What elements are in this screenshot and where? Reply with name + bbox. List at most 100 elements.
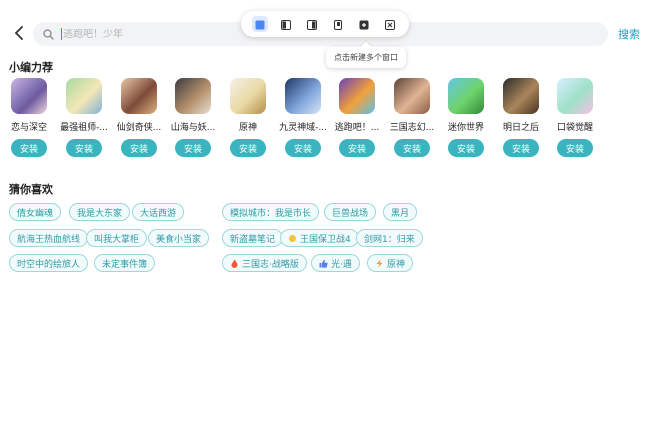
floating-window-button[interactable] — [330, 16, 346, 32]
tag-label: 美食小当家 — [156, 234, 202, 245]
search-button[interactable]: 搜索 — [618, 26, 640, 42]
game-name: 最强祖师-... — [60, 123, 108, 133]
game-name: 三国志幻... — [389, 123, 435, 133]
new-window-tooltip: 点击新建多个窗口 — [326, 47, 406, 68]
install-button[interactable]: 安装 — [394, 139, 430, 157]
tag-chip[interactable]: 巨兽战场 — [324, 203, 377, 221]
install-button[interactable]: 安装 — [121, 139, 157, 157]
split-right-icon — [307, 15, 317, 34]
tag-chip[interactable]: 光·遇 — [311, 254, 360, 272]
game-icon — [503, 78, 539, 114]
search-icon — [43, 27, 57, 41]
game-name: 仙剑奇侠... — [116, 123, 162, 133]
game-item[interactable]: 逃跑吧！... 安装 — [329, 78, 385, 157]
tag-label: 未定事件簿 — [102, 259, 148, 270]
tag-chip[interactable]: 倩女幽魂 — [9, 203, 62, 221]
floating-window-icon — [333, 15, 343, 34]
game-item[interactable]: 原神 安装 — [220, 78, 276, 157]
game-icon — [66, 78, 102, 114]
tag-label: 模拟城市：我是市长 — [230, 208, 312, 219]
lightning-icon — [375, 259, 384, 268]
fullscreen-window-button[interactable] — [252, 16, 268, 32]
window-toolbar — [241, 11, 409, 37]
tag-chip[interactable]: 我是大东家 — [69, 203, 131, 221]
game-item[interactable]: 明日之后 安装 — [493, 78, 549, 157]
recommend-game-list: 恋与深空 安装 最强祖师-... 安装 仙剑奇侠... 安装 山海与妖... 安… — [0, 78, 650, 158]
tag-label: 三国志·战略版 — [242, 259, 299, 270]
tag-chip[interactable]: 新盗墓笔记 — [222, 229, 284, 247]
game-name: 九灵神域-... — [279, 123, 327, 133]
game-item[interactable]: 九灵神域-... 安装 — [275, 78, 331, 157]
install-button[interactable]: 安装 — [448, 139, 484, 157]
game-name: 口袋觉醒 — [556, 123, 593, 133]
tag-label: 叫我大掌柜 — [94, 234, 140, 245]
tag-label: 巨兽战场 — [332, 208, 369, 219]
tag-label: 新盗墓笔记 — [230, 234, 276, 245]
install-button[interactable]: 安装 — [503, 139, 539, 157]
text-caret — [61, 28, 62, 40]
tag-chip[interactable]: 模拟城市：我是市长 — [222, 203, 320, 221]
game-item[interactable]: 迷你世界 安装 — [438, 78, 494, 157]
tag-label: 剑网1：归来 — [364, 234, 415, 245]
split-left-icon — [281, 15, 291, 34]
game-icon — [448, 78, 484, 114]
game-icon — [339, 78, 375, 114]
tag-label: 时空中的绘旅人 — [17, 259, 81, 270]
game-name: 原神 — [238, 123, 257, 133]
tag-label: 航海王热血航线 — [17, 234, 81, 245]
tag-chip[interactable]: 王国保卫战4 — [280, 229, 359, 247]
tag-label: 光·遇 — [331, 259, 352, 270]
chevron-left-icon — [14, 25, 24, 44]
new-window-button[interactable] — [356, 16, 372, 32]
tag-chip[interactable]: 三国志·战略版 — [222, 254, 307, 272]
tag-chip[interactable]: 黑月 — [383, 203, 418, 221]
split-right-button[interactable] — [304, 16, 320, 32]
install-button[interactable]: 安装 — [175, 139, 211, 157]
recommend-title: 小编力荐 — [9, 61, 53, 74]
close-window-button[interactable] — [382, 16, 398, 32]
fullscreen-icon — [255, 15, 265, 34]
game-item[interactable]: 山海与妖... 安装 — [165, 78, 221, 157]
game-name: 逃跑吧！... — [334, 123, 380, 133]
install-button[interactable]: 安装 — [11, 139, 47, 157]
game-icon — [11, 78, 47, 114]
install-button[interactable]: 安装 — [66, 139, 102, 157]
tag-chip[interactable]: 美食小当家 — [148, 229, 210, 247]
tag-chip[interactable]: 剑网1：归来 — [356, 229, 423, 247]
tag-label: 原神 — [387, 259, 406, 270]
game-icon — [230, 78, 266, 114]
sun-icon — [288, 234, 297, 243]
game-name: 恋与深空 — [10, 123, 47, 133]
game-name: 山海与妖... — [170, 123, 216, 133]
tag-chip[interactable]: 大话西游 — [132, 203, 185, 221]
tag-chip[interactable]: 未定事件簿 — [94, 254, 156, 272]
tag-chip[interactable]: 原神 — [367, 254, 414, 272]
install-button[interactable]: 安装 — [339, 139, 375, 157]
game-item[interactable]: 最强祖师-... 安装 — [56, 78, 112, 157]
close-icon — [385, 15, 395, 34]
tag-chip[interactable]: 航海王热血航线 — [9, 229, 89, 247]
game-name: 明日之后 — [502, 123, 539, 133]
game-icon — [175, 78, 211, 114]
back-button[interactable] — [10, 24, 28, 44]
game-item[interactable]: 三国志幻... 安装 — [384, 78, 440, 157]
install-button[interactable]: 安装 — [230, 139, 266, 157]
tag-label: 大话西游 — [140, 208, 177, 219]
tag-chip[interactable]: 时空中的绘旅人 — [9, 254, 89, 272]
game-item[interactable]: 口袋觉醒 安装 — [547, 78, 603, 157]
game-icon — [557, 78, 593, 114]
install-button[interactable]: 安装 — [285, 139, 321, 157]
install-button[interactable]: 安装 — [557, 139, 593, 157]
guess-title: 猜你喜欢 — [9, 183, 53, 196]
game-name: 迷你世界 — [447, 123, 484, 133]
new-window-icon — [359, 15, 369, 34]
game-item[interactable]: 恋与深空 安装 — [1, 78, 57, 157]
tag-label: 我是大东家 — [77, 208, 123, 219]
split-left-button[interactable] — [278, 16, 294, 32]
thumbs-up-icon — [319, 259, 328, 268]
fire-icon — [230, 259, 239, 268]
tag-label: 倩女幽魂 — [17, 208, 54, 219]
game-item[interactable]: 仙剑奇侠... 安装 — [111, 78, 167, 157]
tag-chip[interactable]: 叫我大掌柜 — [86, 229, 148, 247]
tag-label: 王国保卫战4 — [300, 234, 351, 245]
